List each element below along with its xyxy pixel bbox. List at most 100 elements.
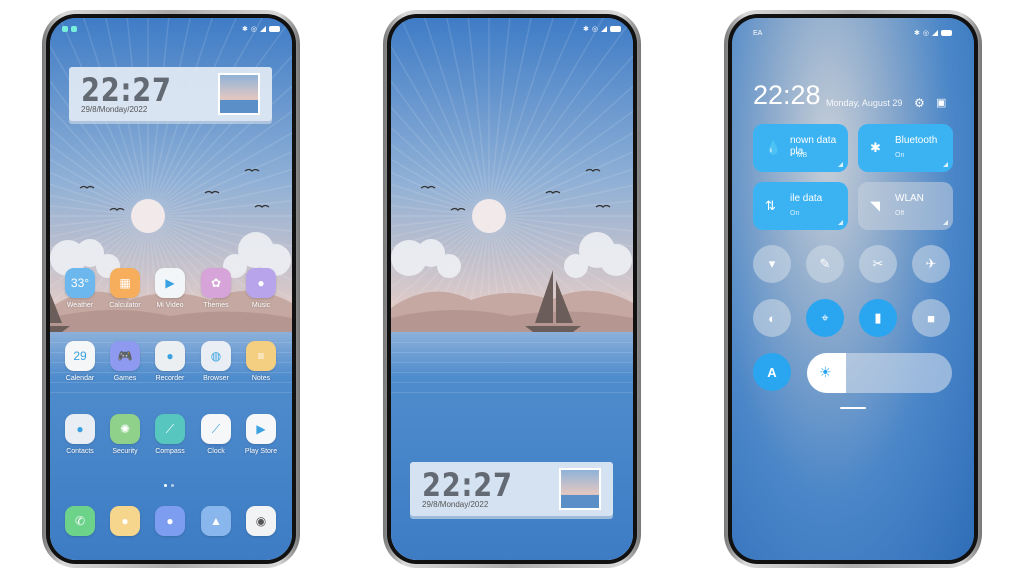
cc-date: Monday, August 29	[826, 98, 903, 108]
rotation-lock-icon: ▮	[874, 310, 882, 325]
app-label: Games	[113, 375, 137, 382]
toggle-flashlight[interactable]: ▾	[753, 245, 791, 283]
cc-time: 22:28	[753, 80, 821, 110]
widget-date: 29/8/Monday/2022	[422, 500, 489, 509]
home-screen: ✱ ◎ 22:27 29/8/Monday/2022 33° Weather ▦ Cal…	[50, 18, 292, 560]
app-label: Compass	[155, 448, 185, 455]
edit-tiles-icon[interactable]: ▣	[936, 96, 946, 109]
phone-control-center: EA ✱ ◎ 22:28 Monday, August 29 ⚙ ▣ 💧 nown …	[724, 10, 982, 568]
widget-thumbnail	[218, 73, 260, 115]
weather-icon: 33°	[65, 268, 95, 298]
tile-water-drop[interactable]: 💧 nown data pla -- MB	[753, 124, 848, 172]
bluetooth-icon: ✱	[583, 26, 589, 33]
control-center: EA ✱ ◎ 22:28 Monday, August 29 ⚙ ▣ 💧 nown …	[732, 18, 974, 560]
tile-wifi[interactable]: ◥ WLAN Off	[858, 182, 953, 230]
toggle-location[interactable]: ⌖	[806, 299, 844, 337]
toggle-edit[interactable]: ✎	[806, 245, 844, 283]
status-bar: ✱ ◎	[403, 24, 621, 34]
music-icon: ●	[246, 268, 276, 298]
app-label: Calculator	[109, 302, 141, 309]
app-label: Recorder	[155, 375, 185, 382]
app-calculator[interactable]: ▦ Calculator	[103, 268, 147, 309]
app-label: Weather	[66, 302, 94, 309]
battery-icon	[269, 26, 280, 32]
status-bar: ✱ ◎	[62, 24, 280, 34]
app-label: Calendar	[65, 375, 95, 382]
sun-icon: ☀	[819, 364, 832, 380]
app-label: Mi Video	[156, 302, 184, 309]
app-clock[interactable]: ⟋ Clock	[194, 414, 238, 455]
app-compass[interactable]: ⟋ Compass	[148, 414, 192, 455]
bluetooth-icon: ✱	[242, 26, 248, 33]
toggle-rotation-lock[interactable]: ▮	[859, 299, 897, 337]
bluetooth-icon: ✱	[914, 30, 920, 37]
flashlight-icon: ▾	[768, 256, 776, 271]
clock-widget[interactable]: 22:27 29/8/Monday/2022	[410, 462, 613, 516]
tile-status: On	[895, 152, 905, 159]
drag-handle[interactable]	[840, 407, 866, 409]
widget-time: 22:27	[81, 71, 172, 109]
app-contacts[interactable]: ● Contacts	[58, 414, 102, 455]
dark-mode-icon: ◐	[768, 310, 776, 326]
widget-thumbnail	[559, 468, 601, 510]
dock-app[interactable]: ●	[148, 506, 192, 536]
video-icon: ■	[927, 310, 935, 326]
play-icon: ▶	[155, 268, 185, 298]
app-calendar[interactable]: 29 Calendar	[58, 341, 102, 382]
dock-app[interactable]: ●	[103, 506, 147, 536]
app-label: Notes	[251, 375, 271, 382]
carrier-label: EA	[753, 29, 763, 37]
status-bar: EA ✱ ◎	[753, 28, 952, 38]
tile-mobile-data[interactable]: ⇅ ile data On	[753, 182, 848, 230]
app-mi-video[interactable]: ▶ Mi Video	[148, 268, 192, 309]
toggle-airplane[interactable]: ✈	[912, 245, 950, 283]
tile-title: Bluetooth	[895, 135, 938, 146]
edit-icon: ✎	[819, 256, 831, 271]
app-label: Contacts	[66, 448, 94, 455]
toggle-video[interactable]: ■	[912, 299, 950, 337]
settings-icon[interactable]: ⚙	[914, 96, 925, 110]
clock-widget[interactable]: 22:27 29/8/Monday/2022	[69, 67, 272, 121]
app-music[interactable]: ● Music	[239, 268, 283, 309]
toggle-screenshot[interactable]: ✂	[859, 245, 897, 283]
calculator-icon: ▦	[110, 268, 140, 298]
dock-app[interactable]: ▲	[194, 506, 238, 536]
calendar-icon: 29	[65, 341, 95, 371]
app-games[interactable]: 🎮 Games	[103, 341, 147, 382]
airplane-icon: ✈	[925, 256, 937, 271]
tile-title: WLAN	[895, 193, 924, 204]
brightness-slider[interactable]: ☀	[807, 353, 952, 393]
app-browser[interactable]: ◍ Browser	[194, 341, 238, 382]
phone-home-screen: ✱ ◎ 22:27 29/8/Monday/2022 33° Weather ▦ Cal…	[42, 10, 300, 568]
app-label: Clock	[207, 448, 225, 455]
app-security[interactable]: ✺ Security	[103, 414, 147, 455]
notification-icon	[71, 26, 77, 32]
whatsapp-icon	[62, 26, 68, 32]
app-themes[interactable]: ✿ Themes	[194, 268, 238, 309]
dock-app[interactable]: ◉	[239, 506, 283, 536]
tile-status: Off	[895, 210, 905, 217]
page-indicator	[164, 484, 174, 487]
tile-bluetooth[interactable]: ✱ Bluetooth On	[858, 124, 953, 172]
water-drop-icon: 💧	[765, 140, 782, 155]
signal-icon	[932, 30, 938, 36]
auto-brightness-button[interactable]: A	[753, 353, 791, 391]
widget-date: 29/8/Monday/2022	[81, 105, 148, 114]
tile-title: ile data	[790, 193, 823, 204]
bluetooth-icon: ✱	[870, 140, 881, 155]
app-weather[interactable]: 33° Weather	[58, 268, 102, 309]
compass-icon: ⟋	[155, 414, 185, 444]
signal-icon	[260, 26, 266, 32]
messages-icon: ●	[110, 506, 140, 536]
widget-time: 22:27	[422, 466, 513, 504]
clock-icon: ⟋	[201, 414, 231, 444]
tile-status: -- MB	[790, 152, 808, 159]
toggle-dark-mode[interactable]: ◐	[753, 299, 791, 337]
app-recorder[interactable]: ● Recorder	[148, 341, 192, 382]
alarm-icon: ◎	[591, 26, 598, 33]
recorder-icon: ●	[155, 341, 185, 371]
app-notes[interactable]: ≡ Notes	[239, 341, 283, 382]
app-play-store[interactable]: ▶ Play Store	[239, 414, 283, 455]
app-label: Security	[112, 448, 138, 455]
dock-app[interactable]: ✆	[58, 506, 102, 536]
